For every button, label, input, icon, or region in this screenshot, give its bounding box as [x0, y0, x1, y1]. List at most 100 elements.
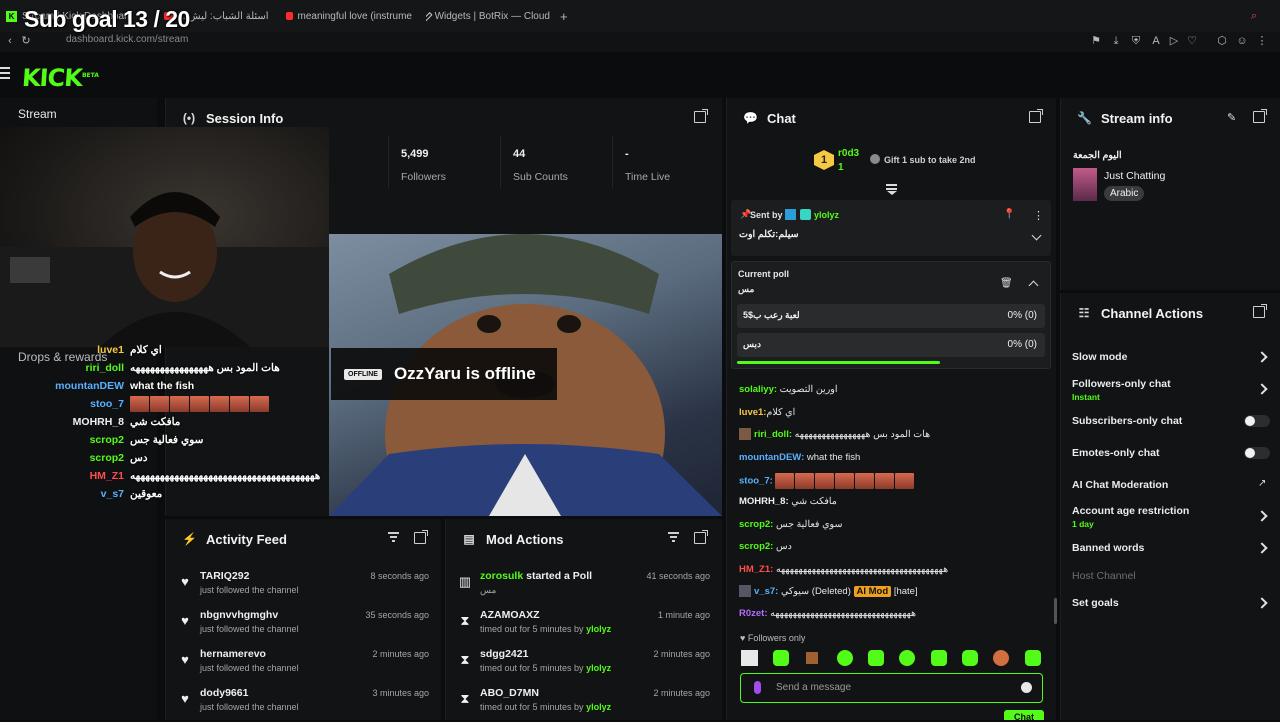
- mod-action-time: 2 minutes ago: [653, 649, 710, 659]
- menu-icon[interactable]: ⋮: [1256, 35, 1268, 47]
- chevron-up-icon[interactable]: [1028, 280, 1039, 291]
- more-icon[interactable]: ⋮: [1033, 209, 1044, 222]
- popout-icon[interactable]: [694, 109, 708, 123]
- chat-input-box[interactable]: Send a message: [740, 673, 1043, 703]
- category-thumbnail[interactable]: [1073, 168, 1097, 201]
- mod-target-user[interactable]: sdgg2421: [480, 648, 528, 660]
- hamburger-icon[interactable]: [0, 67, 10, 79]
- action-set-goals[interactable]: Set goals: [1072, 597, 1119, 609]
- action-slow-mode[interactable]: Slow mode: [1072, 351, 1127, 363]
- browser-tab-botrix[interactable]: Widgets | BotRix — Cloud: [426, 6, 550, 26]
- emote-button[interactable]: [868, 650, 884, 666]
- popout-icon[interactable]: [1029, 109, 1043, 123]
- emote-button[interactable]: [993, 650, 1009, 666]
- activity-user[interactable]: dody9661: [200, 687, 248, 699]
- action-emotes-only: Emotes-only chat: [1072, 447, 1160, 459]
- stream-info-header: 🔧 Stream info: [1061, 98, 1280, 138]
- activity-user[interactable]: nbgnvvhgmghv: [200, 609, 278, 621]
- mod-target-user[interactable]: AZAMOAXZ: [480, 609, 540, 621]
- poll-option[interactable]: دبس 0% (0): [737, 333, 1045, 357]
- activity-feed-header: ⚡ Activity Feed: [166, 519, 441, 559]
- sidebar-item-stream[interactable]: Stream: [0, 98, 157, 130]
- activity-time: 2 minutes ago: [372, 649, 429, 659]
- shield-icon[interactable]: ⛨: [1130, 35, 1142, 47]
- action-followers-only[interactable]: Followers-only chat: [1072, 378, 1171, 390]
- emote-button[interactable]: [931, 650, 947, 666]
- address-bar: ‹ ↻ dashboard.kick.com/stream ⚑ ⤓ ⛨ A ▷ …: [0, 32, 1280, 52]
- emoji-icon[interactable]: [1021, 682, 1032, 693]
- download-icon[interactable]: ⤓: [1110, 35, 1122, 47]
- mod-badge-icon: [785, 209, 796, 220]
- stream-title: اليوم الجمعة: [1073, 150, 1122, 161]
- mod-user[interactable]: zorosulk: [480, 570, 523, 582]
- send-chat-button[interactable]: Chat: [1004, 710, 1044, 720]
- filter-icon[interactable]: [388, 532, 399, 542]
- pinned-user[interactable]: ylolyz: [814, 210, 839, 220]
- browser-tab-youtube-2[interactable]: meaningful love (instrume: [286, 6, 412, 26]
- bookmark-icon[interactable]: ⚑: [1090, 35, 1102, 47]
- sub-badge-icon: [800, 209, 811, 220]
- gift-sub-prompt[interactable]: Gift 1 sub to take 2nd: [884, 155, 976, 165]
- extension-icon[interactable]: ⬡: [1216, 35, 1228, 47]
- action-subscribers-only: Subscribers-only chat: [1072, 415, 1183, 427]
- action-ai-moderation[interactable]: AI Chat Moderation: [1072, 479, 1168, 491]
- category-name[interactable]: Just Chatting: [1104, 170, 1165, 182]
- poll-option[interactable]: 5$لعبة رعب ب 0% (0): [737, 304, 1045, 328]
- new-tab-button[interactable]: +: [560, 6, 574, 26]
- chat-message: R0zet: ههههههههههههههههههههههههههههههههه: [739, 608, 917, 619]
- external-link-icon[interactable]: ↗: [1258, 478, 1266, 489]
- emote-button[interactable]: [837, 650, 853, 666]
- back-icon[interactable]: ‹: [4, 35, 16, 47]
- popout-icon[interactable]: [414, 530, 428, 544]
- popout-icon[interactable]: [1253, 109, 1267, 123]
- emotes-only-toggle[interactable]: [1244, 447, 1270, 459]
- mod-action-time: 1 minute ago: [657, 610, 710, 620]
- offline-text: OzzYaru is offline: [393, 364, 536, 383]
- emote-button[interactable]: [962, 650, 978, 666]
- popout-icon[interactable]: [1253, 304, 1267, 318]
- filter-icon[interactable]: [668, 532, 679, 542]
- emote-button[interactable]: [1025, 650, 1041, 666]
- profile-icon[interactable]: ☺: [1236, 35, 1248, 47]
- activity-user[interactable]: hernamerevo: [200, 648, 266, 660]
- stat-label: Sub Counts: [513, 171, 568, 183]
- mod-by-user[interactable]: ylolyz: [586, 663, 611, 673]
- chevron-down-icon[interactable]: [1031, 230, 1042, 241]
- mod-by-user[interactable]: ylolyz: [586, 702, 611, 712]
- activity-user[interactable]: TARIQ292: [200, 570, 249, 582]
- chat-input[interactable]: Send a message: [776, 682, 851, 693]
- avatar: [739, 585, 751, 598]
- heart-icon[interactable]: ♡: [1186, 35, 1198, 47]
- translate-icon[interactable]: A: [1150, 35, 1162, 47]
- mic-icon[interactable]: [754, 681, 761, 694]
- emote-button[interactable]: [773, 650, 789, 666]
- emote-button[interactable]: [899, 650, 915, 666]
- play-icon[interactable]: ▷: [1168, 35, 1180, 47]
- emote-button[interactable]: [741, 650, 758, 666]
- emote-button[interactable]: [806, 652, 818, 664]
- mod-action-item: ⧗ ABO_D7MN timed out for 5 minutes by yl…: [446, 684, 722, 722]
- chat-message: luve1:اي كلام: [739, 407, 796, 418]
- reload-icon[interactable]: ↻: [20, 35, 32, 47]
- heart-icon: ♥: [181, 613, 189, 628]
- mod-by-user[interactable]: ylolyz: [586, 624, 611, 634]
- poll-option-label: دبس: [743, 339, 761, 349]
- search-icon[interactable]: ⌕: [1248, 10, 1260, 22]
- unpin-icon[interactable]: 📍: [1003, 209, 1015, 220]
- url-field[interactable]: dashboard.kick.com/stream: [66, 34, 188, 45]
- popout-icon[interactable]: [694, 530, 708, 544]
- gifter-count: 1: [838, 162, 844, 173]
- activity-item: ♥ nbgnvvhgmghv just followed the channel…: [166, 606, 441, 644]
- gifter-name[interactable]: r0d3: [838, 148, 859, 159]
- collapse-icon[interactable]: [886, 184, 897, 195]
- action-banned-words[interactable]: Banned words: [1072, 542, 1144, 554]
- mod-action-item: ⧗ AZAMOAXZ timed out for 5 minutes by yl…: [446, 606, 722, 644]
- kick-logo[interactable]: KICKBETA: [21, 64, 100, 92]
- mod-target-user[interactable]: ABO_D7MN: [480, 687, 539, 699]
- heart-icon: ♥: [181, 652, 189, 667]
- trash-icon[interactable]: 🗑: [1000, 278, 1013, 289]
- action-account-age[interactable]: Account age restriction: [1072, 505, 1189, 517]
- edit-icon[interactable]: ✎: [1227, 111, 1236, 124]
- subscribers-only-toggle[interactable]: [1244, 415, 1270, 427]
- chat-scrollbar[interactable]: [1054, 598, 1057, 624]
